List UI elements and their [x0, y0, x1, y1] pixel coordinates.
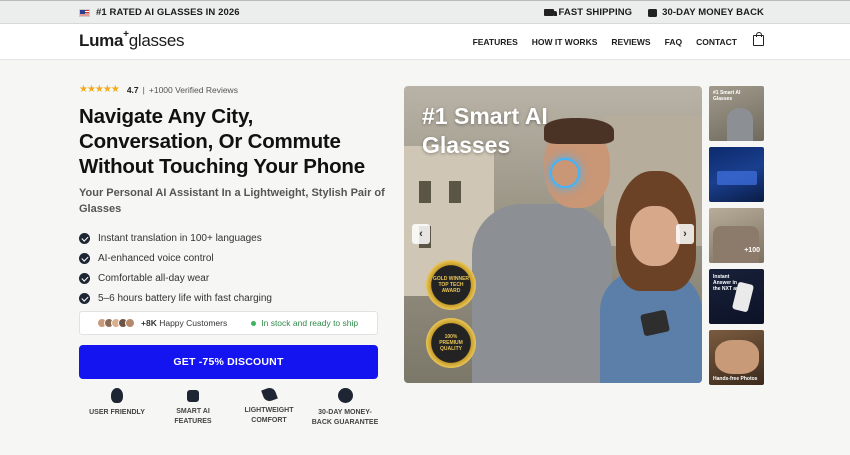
customers-count: +8K — [141, 318, 157, 328]
hero-subheadline: Your Personal AI Assistant In a Lightwei… — [79, 187, 385, 215]
check-icon — [79, 292, 90, 304]
feature-text: 5–6 hours battery life with fast chargin… — [98, 292, 272, 304]
badge-label: USER FRIENDLY — [89, 409, 145, 416]
award-text: AWARD — [441, 288, 461, 294]
rating-announcement: #1 RATED AI GLASSES IN 2026 — [79, 7, 240, 18]
benefit-badges: USER FRIENDLY SMART AI FEATURES LIGHTWEI… — [79, 386, 384, 428]
nav-how-it-works[interactable]: HOW IT WORKS — [532, 37, 598, 47]
user-icon — [111, 388, 123, 403]
truck-icon — [543, 9, 557, 16]
award-text: QUALITY — [440, 346, 462, 352]
logo-sup: + — [123, 29, 129, 41]
fast-shipping-label: FAST SHIPPING — [558, 7, 633, 18]
thumbnail-crowd — [713, 226, 759, 263]
badge-lightweight: LIGHTWEIGHT COMFORT — [231, 386, 307, 428]
award-badge-quality: 100% PREMIUM QUALITY — [426, 318, 476, 368]
logo-main: Luma — [79, 31, 124, 50]
feature-item: 5–6 hours battery life with fast chargin… — [79, 288, 272, 308]
fast-shipping: FAST SHIPPING — [543, 7, 633, 18]
social-proof-box: +8K Happy Customers In stock and ready t… — [79, 311, 378, 335]
star-rating-icon: ★★★★★ — [79, 84, 120, 95]
badge-label: FEATURES — [174, 418, 212, 425]
logo[interactable]: Luma+glasses — [79, 29, 185, 51]
check-icon — [79, 272, 90, 284]
shopping-bag-icon[interactable] — [753, 32, 764, 46]
rating-divider: | — [142, 84, 145, 95]
badge-user-friendly: USER FRIENDLY — [79, 388, 155, 428]
review-count: +1000 Verified Reviews — [148, 84, 238, 95]
discount-cta-button[interactable]: GET -75% DISCOUNT — [79, 345, 378, 379]
ai-chip-icon — [187, 390, 199, 402]
main-nav: FEATURES HOW IT WORKS REVIEWS FAQ CONTAC… — [473, 37, 737, 47]
building-window — [449, 181, 461, 203]
award-badge-gold: GOLD WINNER TOP TECH AWARD — [426, 260, 476, 310]
glasses-glow — [550, 158, 580, 188]
rating-score: 4.7 — [126, 84, 139, 95]
feature-item: Instant translation in 100+ languages — [79, 228, 272, 248]
badge-smart-ai: SMART AI FEATURES — [155, 388, 231, 428]
nav-reviews[interactable]: REVIEWS — [611, 37, 650, 47]
stock-text: In stock and ready to ship — [261, 318, 359, 328]
badge-label: SMART AI — [176, 408, 210, 415]
badge-label: BACK GUARANTEE — [311, 419, 379, 426]
nav-features[interactable]: FEATURES — [473, 37, 518, 47]
check-icon — [79, 232, 90, 244]
customers-label: Happy Customers — [159, 318, 228, 328]
feature-text: Instant translation in 100+ languages — [98, 232, 262, 244]
happy-customers: +8K Happy Customers — [141, 318, 227, 328]
avatar — [125, 318, 135, 328]
feature-text: Comfortable all-day wear — [98, 272, 210, 284]
thumbnail-3[interactable]: +100 — [709, 208, 764, 263]
customer-avatars — [97, 318, 135, 328]
thumbnail-people — [715, 340, 759, 374]
check-icon — [79, 252, 90, 264]
rating-summary: ★★★★★ 4.7 | +1000 Verified Reviews — [79, 84, 238, 95]
badge-label: COMFORT — [251, 417, 287, 424]
wallet-icon — [648, 8, 658, 17]
badge-label: 30-DAY MONEY- — [318, 409, 372, 416]
announcement-text: #1 RATED AI GLASSES IN 2026 — [96, 7, 240, 18]
badge-money-back: 30-DAY MONEY- BACK GUARANTEE — [307, 388, 383, 428]
logo-rest: glasses — [128, 31, 185, 50]
feature-item: AI-enhanced voice control — [79, 248, 272, 268]
feature-item: Comfortable all-day wear — [79, 268, 272, 288]
feature-list: Instant translation in 100+ languages AI… — [79, 228, 272, 308]
thumbnail-1[interactable]: #1 Smart AI Glasses — [709, 86, 764, 141]
carousel-next-button[interactable]: › — [676, 224, 694, 244]
hero-title: #1 Smart AI Glasses — [422, 103, 548, 158]
us-flag-icon — [79, 8, 90, 17]
nav-contact[interactable]: CONTACT — [696, 37, 737, 47]
feature-text: AI-enhanced voice control — [98, 252, 214, 264]
feather-icon — [260, 386, 278, 403]
thumbnail-caption: +100 — [744, 247, 760, 254]
site-header: Luma+glasses FEATURES HOW IT WORKS REVIE… — [0, 24, 850, 60]
announcement-bar: #1 RATED AI GLASSES IN 2026 FAST SHIPPIN… — [0, 0, 850, 24]
woman-face — [630, 206, 680, 266]
hero-carousel: #1 Smart AI Glasses ‹ › GOLD WINNER TOP … — [404, 86, 702, 383]
thumbnail-2[interactable] — [709, 147, 764, 202]
thumbnail-device — [717, 171, 757, 185]
carousel-prev-button[interactable]: ‹ — [412, 224, 430, 244]
status-dot-icon — [251, 320, 257, 326]
thumbnail-5[interactable]: Hands-free Photos — [709, 330, 764, 385]
building-window — [419, 181, 431, 203]
badge-label: LIGHTWEIGHT — [244, 407, 294, 414]
hero-headline: Navigate Any City, Conversation, Or Comm… — [79, 105, 365, 178]
thumbnail-caption: Hands-free Photos — [713, 376, 758, 382]
nav-faq[interactable]: FAQ — [665, 37, 682, 47]
stock-status: In stock and ready to ship — [251, 318, 358, 328]
man-figure — [472, 204, 612, 383]
thumbnail-4[interactable]: Instant Answer in the NXT app — [709, 269, 764, 324]
thumbnail-caption: #1 Smart AI Glasses — [713, 90, 741, 102]
carousel-thumbnails: #1 Smart AI Glasses +100 Instant Answer … — [709, 86, 764, 391]
dollar-coin-icon — [337, 388, 353, 403]
trust-strip: FAST SHIPPING 30-DAY MONEY BACK — [543, 7, 764, 18]
money-back-label: 30-DAY MONEY BACK — [662, 7, 764, 18]
thumbnail-person — [727, 108, 753, 141]
money-back: 30-DAY MONEY BACK — [648, 7, 764, 18]
